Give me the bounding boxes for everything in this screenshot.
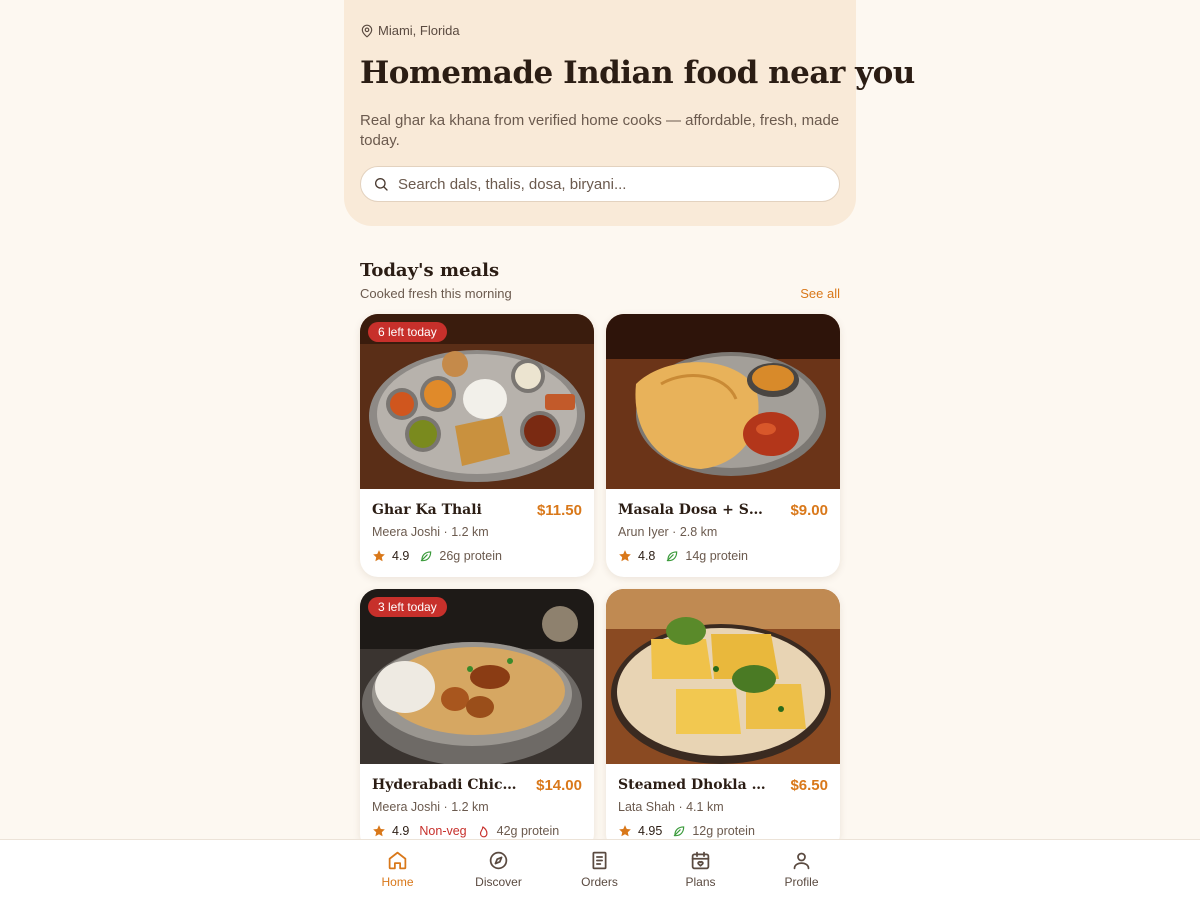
- nav-item-profile[interactable]: Profile: [751, 840, 852, 900]
- meal-card[interactable]: Masala Dosa + Sambar $9.00 Arun Iyer · 2…: [606, 314, 840, 577]
- cook-info: Arun Iyer · 2.8 km: [618, 525, 718, 539]
- meal-meta: 4.9 Non-veg 42g protein: [372, 824, 559, 838]
- stock-badge: 6 left today: [368, 322, 447, 342]
- page-title: Homemade Indian food near you: [360, 55, 915, 91]
- star-icon: [373, 550, 385, 562]
- nav-label: Discover: [475, 875, 522, 889]
- app-screen: Miami, Florida Homemade Indian food near…: [344, 0, 915, 900]
- cook-info: Lata Shah · 4.1 km: [618, 800, 724, 814]
- search-icon: [375, 178, 388, 191]
- nav-label: Orders: [581, 875, 618, 889]
- flame-icon: [479, 826, 488, 838]
- search-input[interactable]: [398, 175, 818, 193]
- home-icon: [388, 851, 407, 870]
- meal-meta: 4.9 26g protein: [372, 549, 502, 563]
- cook-info: Meera Joshi · 1.2 km: [372, 525, 489, 539]
- star-icon: [619, 825, 631, 837]
- page-subtitle: Real ghar ka khana from verified home co…: [360, 112, 840, 149]
- meal-card[interactable]: 3 left today Hyderabadi Chicke... $14.00…: [360, 589, 594, 852]
- leaf-icon: [667, 551, 678, 562]
- meal-name: Hyderabadi Chicke...: [372, 777, 522, 793]
- cook-info: Meera Joshi · 1.2 km: [372, 800, 489, 814]
- meal-name: Steamed Dhokla Box: [618, 777, 768, 793]
- stock-badge: 3 left today: [368, 597, 447, 617]
- meal-meta: 4.95 12g protein: [618, 824, 755, 838]
- meal-name: Ghar Ka Thali: [372, 502, 482, 518]
- compass-icon: [489, 851, 508, 870]
- nav-item-orders[interactable]: Orders: [549, 840, 650, 900]
- nav-item-plans[interactable]: Plans: [650, 840, 751, 900]
- nav-label: Profile: [784, 875, 819, 889]
- rating-value: 4.95: [638, 824, 663, 838]
- meal-image: [606, 314, 840, 489]
- section-title: Today's meals: [360, 260, 500, 281]
- leaf-icon: [674, 826, 685, 837]
- see-all-link[interactable]: See all: [800, 286, 840, 301]
- location-label: Miami, Florida: [378, 23, 460, 38]
- meal-price: $6.50: [790, 777, 828, 794]
- section-subtitle: Cooked fresh this morning: [360, 286, 512, 301]
- meal-price: $14.00: [536, 777, 582, 794]
- rating-value: 4.8: [638, 549, 656, 563]
- bottom-nav: Home Discover Orders Plans Profile: [0, 839, 1200, 900]
- non-veg-tag: Non-veg: [419, 824, 467, 838]
- nav-label: Home: [381, 875, 414, 889]
- receipt-icon: [592, 851, 607, 870]
- meal-image: [606, 589, 840, 764]
- search-bar[interactable]: [360, 166, 840, 202]
- nav-item-home[interactable]: Home: [347, 840, 448, 900]
- rating-value: 4.9: [392, 549, 410, 563]
- meal-meta: 4.8 14g protein: [618, 549, 748, 563]
- leaf-icon: [421, 551, 432, 562]
- star-icon: [619, 550, 631, 562]
- hero-header: Miami, Florida Homemade Indian food near…: [344, 0, 915, 226]
- protein-value: 12g protein: [692, 824, 755, 838]
- rating-value: 4.9: [392, 824, 410, 838]
- star-icon: [373, 825, 385, 837]
- meal-price: $9.00: [790, 502, 828, 519]
- meal-card[interactable]: 6 left today Ghar Ka Thali $11.50 Meera …: [360, 314, 594, 577]
- location-selector[interactable]: Miami, Florida: [360, 23, 460, 38]
- meal-card[interactable]: Steamed Dhokla Box $6.50 Lata Shah · 4.1…: [606, 589, 840, 852]
- meal-name: Masala Dosa + Sambar: [618, 502, 768, 518]
- protein-value: 14g protein: [685, 549, 748, 563]
- user-icon: [793, 852, 810, 870]
- calendar-heart-icon: [691, 851, 710, 870]
- nav-label: Plans: [685, 875, 716, 889]
- protein-value: 26g protein: [439, 549, 502, 563]
- protein-value: 42g protein: [496, 824, 560, 838]
- map-pin-icon: [361, 24, 373, 37]
- nav-item-discover[interactable]: Discover: [448, 840, 549, 900]
- meal-price: $11.50: [536, 502, 582, 519]
